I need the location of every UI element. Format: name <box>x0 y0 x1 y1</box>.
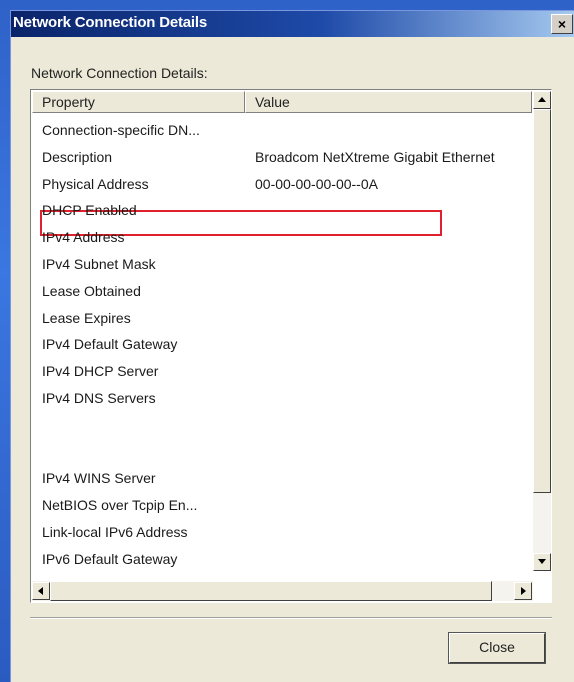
horizontal-scrollbar[interactable] <box>32 581 533 601</box>
vertical-scroll-thumb[interactable] <box>533 109 551 493</box>
scroll-down-button[interactable] <box>533 553 551 571</box>
list-item[interactable]: IPv4 Address <box>32 227 532 251</box>
property-cell: IPv4 DNS Servers <box>42 390 156 406</box>
list-item[interactable]: DHCP Enabled <box>32 200 532 224</box>
property-cell: Lease Expires <box>42 309 131 326</box>
title-bar[interactable]: Network Connection Details × <box>11 11 574 37</box>
property-cell: Lease Obtained <box>42 282 141 299</box>
list-item[interactable]: IPv4 DNS Servers <box>32 388 532 412</box>
list-item[interactable]: IPv4 WINS Server <box>32 468 532 492</box>
list-item[interactable]: Lease Obtained <box>32 281 532 305</box>
arrow-left-icon <box>38 587 43 595</box>
list-item[interactable]: NetBIOS over Tcpip En... <box>32 495 532 519</box>
property-cell: DHCP Enabled <box>42 202 137 219</box>
scroll-right-button[interactable] <box>514 582 532 600</box>
list-item[interactable]: IPv6 Default Gateway <box>32 549 532 570</box>
property-cell: IPv4 DHCP Server <box>42 363 159 380</box>
arrow-down-icon <box>538 559 546 564</box>
property-cell: Physical Address <box>42 175 149 192</box>
network-connection-details-dialog: Network Connection Details × Network Con… <box>10 10 574 682</box>
list-rows: Connection-specific DN... Description Broa… <box>32 120 532 570</box>
column-header-value[interactable]: Value <box>245 91 532 113</box>
property-cell: Link-local IPv6 Address <box>42 524 188 540</box>
horizontal-scroll-thumb[interactable] <box>50 581 492 601</box>
scroll-left-button[interactable] <box>32 582 50 600</box>
list-item[interactable]: Connection-specific DN... <box>32 120 532 144</box>
list-item[interactable]: IPv4 Subnet Mask <box>32 254 532 278</box>
list-item[interactable]: Link-local IPv6 Address <box>32 522 532 546</box>
property-cell: Connection-specific DN... <box>42 122 200 138</box>
property-cell: IPv4 Subnet Mask <box>42 256 156 272</box>
close-button[interactable]: Close <box>448 632 546 664</box>
property-cell: IPv4 Address <box>42 229 125 246</box>
window-title: Network Connection Details <box>13 14 207 31</box>
arrow-right-icon <box>521 587 526 595</box>
property-cell: IPv4 Default Gateway <box>42 336 178 353</box>
list-item[interactable]: IPv4 DHCP Server <box>32 361 532 385</box>
close-window-icon[interactable]: × <box>551 14 573 34</box>
list-item[interactable] <box>32 415 532 439</box>
section-label: Network Connection Details: <box>31 65 208 81</box>
arrow-up-icon <box>538 97 546 102</box>
list-item[interactable]: Lease Expires <box>32 308 532 332</box>
list-item[interactable]: Physical Address 00-00-00-00-00--0A <box>32 174 532 198</box>
details-list[interactable]: Property Value Connection-specific DN...… <box>30 89 552 603</box>
property-cell: Description <box>42 148 113 165</box>
property-cell: NetBIOS over Tcpip En... <box>42 497 198 514</box>
list-item[interactable]: IPv4 Default Gateway <box>32 334 532 358</box>
property-cell: IPv4 WINS Server <box>42 470 156 487</box>
column-header-property[interactable]: Property <box>32 91 245 113</box>
vertical-scrollbar[interactable] <box>533 91 551 571</box>
property-cell: IPv6 Default Gateway <box>42 550 178 567</box>
value-cell: Broadcom NetXtreme Gigabit Ethernet <box>255 148 495 165</box>
scroll-up-button[interactable] <box>533 91 551 109</box>
value-cell: 00-00-00-00-00--0A <box>255 175 378 192</box>
divider <box>30 617 552 619</box>
list-item[interactable]: Description Broadcom NetXtreme Gigabit Et… <box>32 147 532 171</box>
list-item[interactable] <box>32 442 532 466</box>
